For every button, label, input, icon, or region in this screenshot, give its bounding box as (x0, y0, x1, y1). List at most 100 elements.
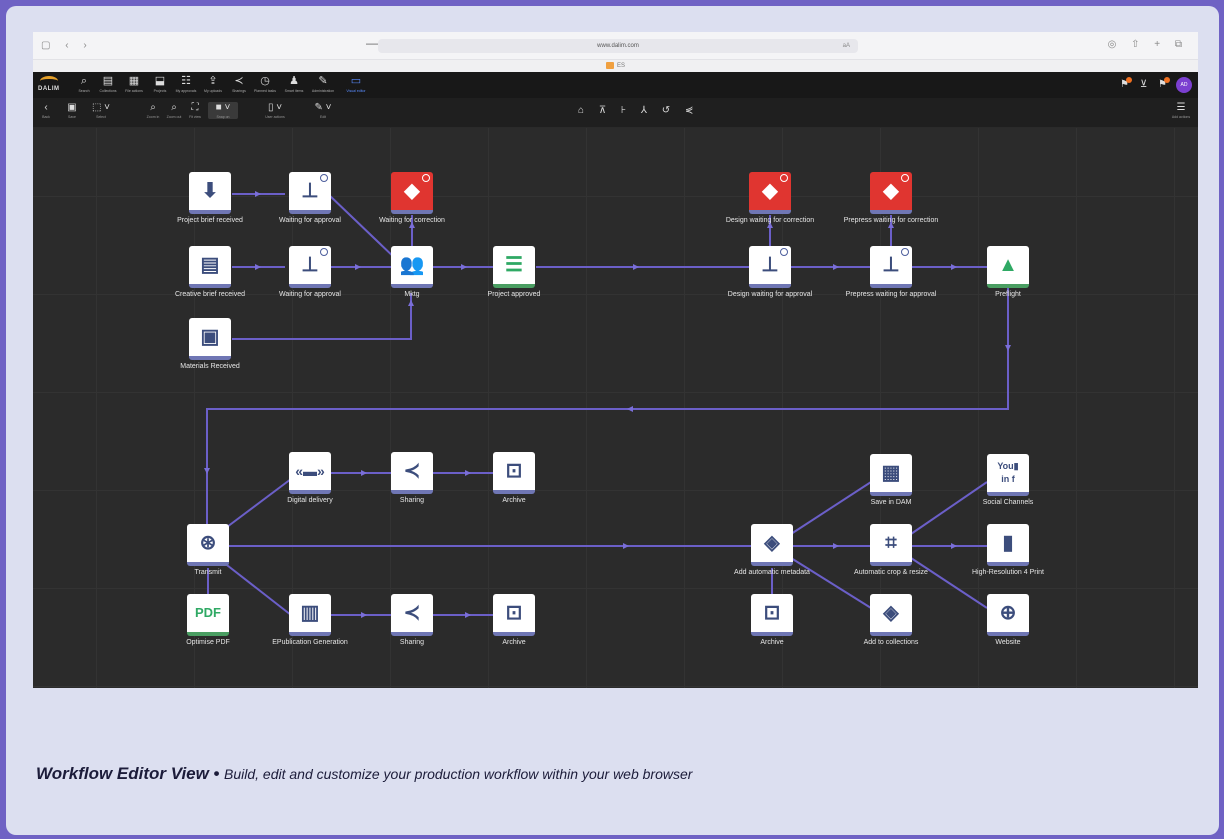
social-icons-icon: You▮ in f (997, 461, 1019, 484)
node-archive-2[interactable]: ⊡ (493, 594, 535, 638)
link (222, 478, 292, 531)
list-add-icon: ☰ (1176, 102, 1186, 113)
node-save-dam[interactable]: ▦ (870, 454, 912, 498)
arrowhead (833, 543, 839, 549)
node-add-collections[interactable]: ◈ (870, 594, 912, 638)
node-epub[interactable]: ▥ (289, 594, 331, 638)
node-add-metadata[interactable]: ◈ (751, 524, 793, 568)
arrowhead (951, 264, 957, 270)
book-icon: ▥ (300, 602, 320, 624)
globe-icon: ⊕ (999, 602, 1017, 624)
snap-button[interactable]: ■ ˅ Snap on (208, 102, 238, 119)
link (327, 193, 399, 262)
clock-icon (422, 174, 430, 182)
node-design-approval[interactable]: ⊥ (749, 246, 791, 290)
node-design-correction[interactable]: ◆ (749, 172, 791, 216)
label-website: Website (995, 639, 1021, 646)
browser-nav-icons[interactable]: ▢ ‹ › (41, 40, 93, 51)
share-file-icon: ≺ (403, 602, 421, 624)
caption-subtitle: Build, edit and customize your productio… (224, 766, 693, 782)
arrowhead (627, 406, 633, 412)
tab-label[interactable]: ES (617, 63, 625, 69)
node-sharing-1[interactable]: ≺ (391, 452, 433, 496)
node-creative-brief[interactable]: ▤ (189, 246, 231, 290)
dalim-logo[interactable]: DALIM (38, 76, 60, 94)
node-digital-delivery[interactable]: «▬» (289, 452, 331, 496)
nav-approvals[interactable]: ☷ My approvals (172, 75, 200, 93)
select-button[interactable]: ⬚ ˅ Select (87, 102, 115, 119)
cart-icon[interactable]: ⊻ (1140, 79, 1147, 90)
nav-projects[interactable]: ⬓ Projects (146, 75, 174, 93)
user-actions-button[interactable]: ▯ ˅ User actions (261, 102, 289, 119)
tasks-icon[interactable]: ⚑ (1158, 77, 1170, 90)
node-waiting-approval-2[interactable]: ⊥ (289, 246, 331, 290)
arrowhead (465, 612, 471, 618)
url-text: www.dalim.com (597, 43, 639, 49)
label-prepress-correction: Prepress waiting for correction (843, 217, 939, 224)
node-prepress-correction[interactable]: ◆ (870, 172, 912, 216)
back-button[interactable]: ‹ Back (39, 102, 53, 119)
node-crop[interactable]: ⌗ (870, 524, 912, 568)
link (910, 557, 988, 609)
clock-icon (901, 174, 909, 182)
nav-sharings[interactable]: ≺ Sharings (225, 75, 253, 93)
node-hires[interactable]: ▮ (987, 524, 1029, 568)
save-button[interactable]: ▣ Save (65, 102, 79, 119)
transmit-icon: ⊛ (199, 532, 217, 554)
address-bar[interactable]: www.dalim.com aA (378, 39, 858, 53)
caption: Workflow Editor View • Build, edit and c… (36, 764, 692, 784)
node-waiting-correction[interactable]: ◆ (391, 172, 433, 216)
arrowhead (633, 264, 639, 270)
browser-toolbar: ▢ ‹ › — www.dalim.com aA ◎ ⇧ + ⧉ (33, 32, 1198, 60)
node-archive-3[interactable]: ⊡ (751, 594, 793, 638)
label-materials: Materials Received (180, 363, 240, 370)
archive-icon: ⊡ (505, 460, 523, 482)
crop-icon: ⌗ (885, 532, 897, 554)
nav-admin[interactable]: ✎ Administration (309, 75, 337, 93)
nav-my-jobs[interactable]: ▦ File actions (120, 75, 148, 93)
avatar[interactable]: AD (1176, 77, 1192, 93)
logo-text: DALIM (38, 86, 60, 92)
zoom-out-icon: ⌕ (171, 102, 177, 113)
node-archive-1[interactable]: ⊡ (493, 452, 535, 496)
node-mktg[interactable]: 👥 (391, 246, 433, 290)
node-materials[interactable]: ▣ (189, 318, 231, 362)
notifications-icon[interactable]: ⚑ (1120, 77, 1132, 90)
node-sharing-2[interactable]: ≺ (391, 594, 433, 638)
nav-smart[interactable]: ♟ Smart items (280, 75, 308, 93)
layout-tools[interactable]: ⌂ ⊼ ⊦ ⅄ ↺ ⋞ (578, 105, 699, 116)
nav-collections[interactable]: ▤ Collections (94, 75, 122, 93)
node-prepress-approval[interactable]: ⊥ (870, 246, 912, 290)
node-transmit[interactable]: ⊛ (187, 524, 229, 568)
logo-swoosh (40, 76, 58, 86)
image-icon: ▣ (200, 326, 220, 348)
zoom-out-button[interactable]: ⌕ Zoom out (165, 102, 183, 119)
preflight-icon: ▲ (998, 254, 1018, 276)
nav-uploads[interactable]: ⇪ My uploads (199, 75, 227, 93)
node-project-brief[interactable]: ⬇ (189, 172, 231, 216)
zoom-in-button[interactable]: ⌕ Zoom in (144, 102, 162, 119)
arrowhead (255, 191, 261, 197)
node-waiting-approval-1[interactable]: ⊥ (289, 172, 331, 216)
node-project-approved[interactable]: ☰ (493, 246, 535, 290)
minimize-icon[interactable]: — (366, 36, 378, 50)
node-optimise-pdf[interactable]: PDF (187, 594, 229, 638)
workflow-canvas[interactable]: ⬇ Project brief received ⊥ Waiting for a… (33, 128, 1198, 688)
edit-button[interactable]: ✎ ˅ Edit (308, 102, 338, 119)
fit-view-button[interactable]: ⛶ Fit view (186, 102, 204, 119)
wrench-icon: ✎ (318, 75, 328, 87)
add-actions-button[interactable]: ☰ Add actions (1168, 102, 1194, 119)
link (790, 557, 872, 609)
browser-actions-icons[interactable]: ◎ ⇧ + ⧉ (1108, 39, 1188, 50)
pdf-icon: PDF (195, 605, 221, 620)
node-preflight[interactable]: ▲ (987, 246, 1029, 290)
archive-icon: ⊡ (763, 602, 781, 624)
label-social: Social Channels (982, 499, 1034, 506)
node-social[interactable]: You▮ in f (987, 454, 1029, 498)
arrowhead (1005, 345, 1011, 351)
reader-icon[interactable]: aA (843, 39, 850, 53)
nav-planned[interactable]: ◷ Planned tasks (251, 75, 279, 93)
layers-icon: ◈ (883, 602, 899, 624)
nav-visual-editor[interactable]: ▭ Visual editor (342, 75, 370, 93)
node-website[interactable]: ⊕ (987, 594, 1029, 638)
